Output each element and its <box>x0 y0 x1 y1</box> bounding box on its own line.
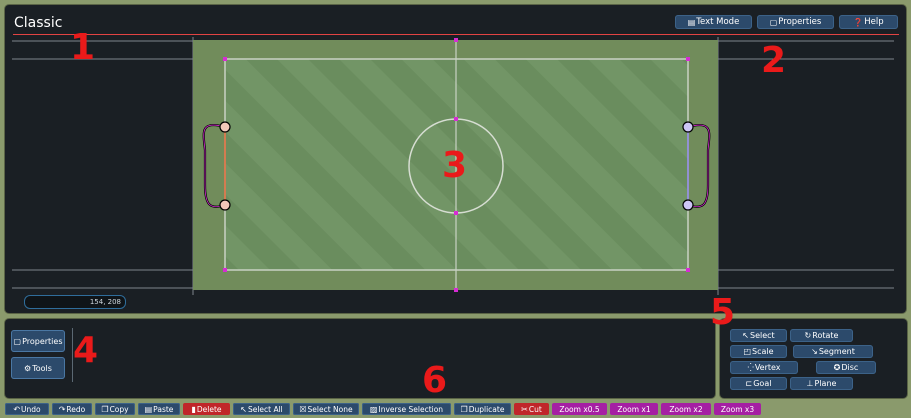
disc-tool-button[interactable]: ✪ Disc <box>816 361 876 374</box>
paste-icon: ▤ <box>144 404 153 414</box>
disc-icon: ✪ <box>833 363 841 372</box>
select-all-button[interactable]: ↖ Select All <box>233 403 290 415</box>
zoom-1-label: Zoom x1 <box>617 404 651 414</box>
zoom-half-label: Zoom x0.5 <box>559 404 600 414</box>
rotate-tool-label: Rotate <box>812 331 839 340</box>
rotate-icon: ↻ <box>804 331 812 340</box>
vertex-tool-button[interactable]: ⁛ Vertex <box>730 361 798 374</box>
rotate-tool-button[interactable]: ↻ Rotate <box>790 329 853 342</box>
cut-label: Cut <box>528 404 542 414</box>
zoom-half-button[interactable]: Zoom x0.5 <box>552 403 607 415</box>
segment-tool-button[interactable]: ↘ Segment <box>793 345 873 358</box>
cut-button[interactable]: ✂ Cut <box>514 403 549 415</box>
copy-button[interactable]: ❐ Copy <box>95 403 135 415</box>
goal-tool-label: Goal <box>753 379 772 388</box>
segment-tool-label: Segment <box>818 347 855 356</box>
annotation-2: 2 <box>761 40 787 81</box>
tools-button[interactable]: ⚙ Tools <box>11 357 65 379</box>
copy-icon: ❐ <box>101 404 109 414</box>
zoom-2-button[interactable]: Zoom x2 <box>661 403 711 415</box>
paste-label: Paste <box>153 404 174 414</box>
annotation-4: 4 <box>73 330 99 371</box>
annotation-5: 5 <box>710 292 736 333</box>
plane-tool-button[interactable]: ⊥ Plane <box>790 377 853 390</box>
redo-button[interactable]: ↷ Redo <box>52 403 92 415</box>
select-tool-label: Select <box>750 331 775 340</box>
inverse-selection-button[interactable]: ▨ Inverse Selection <box>362 403 451 415</box>
vertex-marker[interactable] <box>454 211 458 215</box>
goal-tool-button[interactable]: ⊏ Goal <box>730 377 787 390</box>
undo-button[interactable]: ↶ Undo <box>5 403 49 415</box>
vertex-marker[interactable] <box>454 117 458 121</box>
inverse-icon: ▨ <box>369 404 378 414</box>
blue-goal-post[interactable] <box>682 199 694 211</box>
tools-icon: ⚙ <box>24 363 32 373</box>
red-goal-post[interactable] <box>219 199 231 211</box>
properties-icon: ▢ <box>13 336 22 346</box>
cursor-icon: ↖ <box>742 331 749 340</box>
plane-icon: ⊥ <box>806 379 814 388</box>
segment-icon: ↘ <box>811 347 818 356</box>
redo-label: Redo <box>66 404 86 414</box>
properties-panel: ▢ Properties ⚙ Tools <box>5 319 715 398</box>
copy-label: Copy <box>109 404 129 414</box>
annotation-6: 6 <box>422 360 448 401</box>
zoom-1-button[interactable]: Zoom x1 <box>610 403 658 415</box>
cursor-icon: ↖ <box>240 404 247 414</box>
undo-label: Undo <box>21 404 41 414</box>
goal-icon: ⊏ <box>745 379 753 388</box>
zoom-3-label: Zoom x3 <box>720 404 755 414</box>
scissors-icon: ✂ <box>521 404 528 414</box>
vertex-marker[interactable] <box>686 57 690 61</box>
vertex-marker[interactable] <box>454 38 458 42</box>
zoom-2-label: Zoom x2 <box>669 404 703 414</box>
paste-button[interactable]: ▤ Paste <box>138 403 180 415</box>
duplicate-label: Duplicate <box>468 404 505 414</box>
plane-tool-label: Plane <box>814 379 837 388</box>
select-tool-button[interactable]: ↖ Select <box>730 329 787 342</box>
vertex-marker[interactable] <box>686 268 690 272</box>
checkbox-icon: ☒ <box>299 404 307 414</box>
select-none-label: Select None <box>307 404 353 414</box>
blue-goal-post[interactable] <box>682 121 694 133</box>
inverse-selection-label: Inverse Selection <box>378 404 444 414</box>
undo-icon: ↶ <box>13 404 21 414</box>
tools-panel: ↖ Select ↻ Rotate ◰ Scale ↘ Segment ⁛ Vertex … <box>720 319 907 398</box>
disc-tool-label: Disc <box>841 363 859 372</box>
trash-icon: ▮ <box>191 404 196 414</box>
duplicate-button[interactable]: ❐ Duplicate <box>454 403 511 415</box>
scale-icon: ◰ <box>743 347 752 356</box>
zoom-3-button[interactable]: Zoom x3 <box>714 403 761 415</box>
delete-button[interactable]: ▮ Delete <box>183 403 230 415</box>
redo-icon: ↷ <box>58 404 66 414</box>
delete-label: Delete <box>196 404 222 414</box>
vertex-tool-label: Vertex <box>754 363 781 372</box>
select-all-label: Select All <box>247 404 283 414</box>
properties-label: Properties <box>22 336 63 346</box>
red-goal-post[interactable] <box>219 121 231 133</box>
select-none-button[interactable]: ☒ Select None <box>293 403 359 415</box>
vertex-icon: ⁛ <box>747 363 754 372</box>
vertex-marker[interactable] <box>454 288 458 292</box>
properties-button[interactable]: ▢ Properties <box>11 330 65 352</box>
scale-tool-button[interactable]: ◰ Scale <box>730 345 787 358</box>
tools-label: Tools <box>32 363 52 373</box>
scale-tool-label: Scale <box>752 347 774 356</box>
annotation-1: 1 <box>70 27 96 68</box>
vertex-marker[interactable] <box>223 268 227 272</box>
vertex-marker[interactable] <box>223 57 227 61</box>
annotation-3: 3 <box>442 145 468 186</box>
duplicate-icon: ❐ <box>460 404 468 414</box>
